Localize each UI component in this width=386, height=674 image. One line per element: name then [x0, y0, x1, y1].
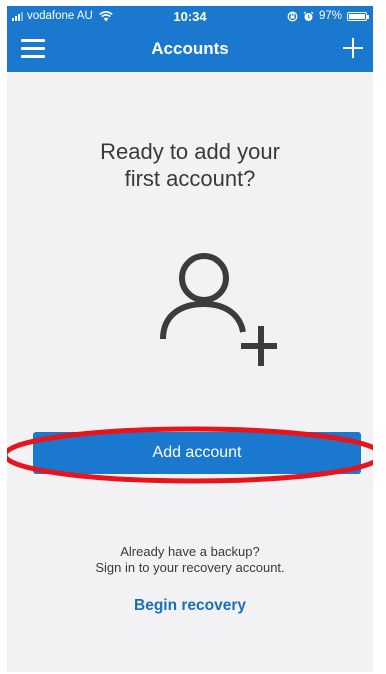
nav-bar: Accounts [7, 28, 373, 72]
add-person-icon [160, 253, 277, 366]
backup-prompt-line1: Already have a backup? [120, 544, 260, 559]
begin-recovery-link[interactable]: Begin recovery [7, 597, 373, 615]
backup-prompt-line2: Sign in to your recovery account. [95, 560, 285, 575]
app-screen: vodafone AU 10:34 97% Accounts Ready to … [7, 6, 373, 672]
alarm-icon [303, 11, 314, 21]
battery-level [349, 13, 365, 19]
status-bar: vodafone AU 10:34 97% [7, 6, 373, 28]
add-account-button[interactable]: Add account [33, 432, 361, 474]
status-right: 97% [287, 10, 369, 22]
page-title: Accounts [151, 39, 229, 58]
plus-icon[interactable] [341, 36, 365, 60]
battery-icon [347, 11, 369, 21]
backup-prompt: Already have a backup? Sign in to your r… [7, 544, 373, 576]
battery-percent: 97% [318, 10, 342, 22]
orientation-lock-icon [287, 11, 298, 21]
empty-state-headline: Ready to add your first account? [100, 139, 280, 191]
